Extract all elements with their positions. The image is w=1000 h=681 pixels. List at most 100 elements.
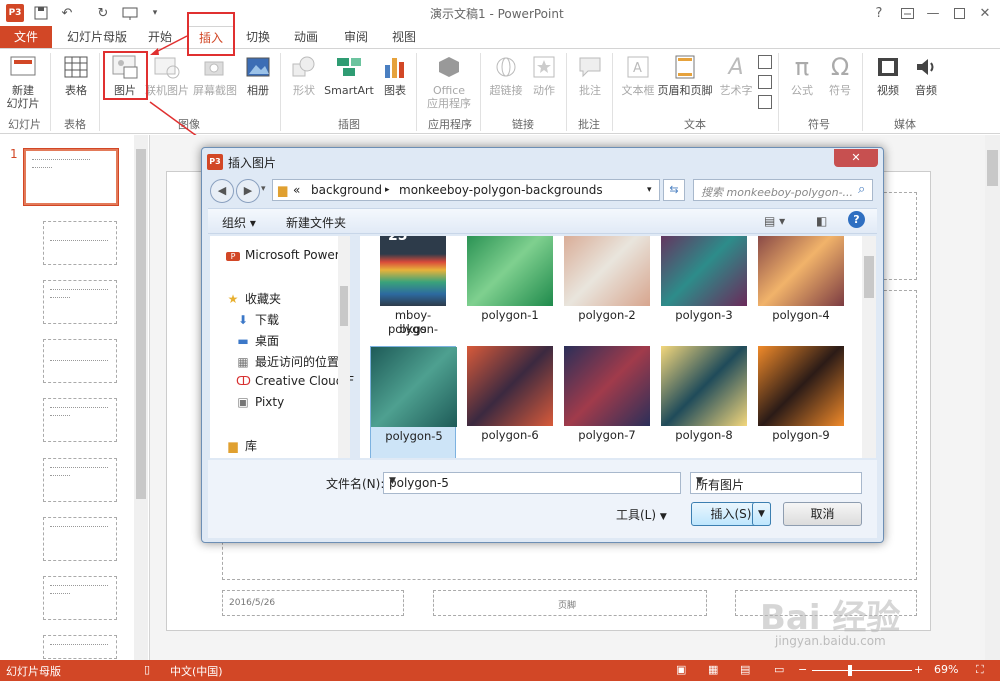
file-tile[interactable]: polygon-9 <box>758 346 844 458</box>
spell-check-icon[interactable]: ▯ <box>144 663 150 676</box>
cancel-button[interactable]: 取消 <box>783 502 862 526</box>
nav-label: 下载 <box>255 313 280 327</box>
file-name: polygon-1 <box>481 308 539 322</box>
file-grid-scroll-thumb[interactable] <box>864 256 874 298</box>
nav-label: 库 <box>245 439 258 453</box>
editor-scroll-thumb[interactable] <box>987 150 998 186</box>
dialog-title: 插入图片 <box>228 156 277 170</box>
zoom-in-button[interactable]: + <box>914 663 923 676</box>
file-tile[interactable]: polygon-6 <box>467 346 553 458</box>
file-tile[interactable]: polygon-3 <box>661 236 747 344</box>
file-tile[interactable]: 25 mboy-polygon-bkgs <box>370 236 456 344</box>
breadcrumb-background[interactable]: background <box>311 183 382 197</box>
chevron-down-icon: ▼ <box>659 512 667 522</box>
insert-options-button[interactable]: ▼ <box>752 502 771 526</box>
nav-item-powerpoint[interactable]: P Microsoft PowerPo <box>226 248 346 262</box>
chevron-down-icon: ▼ <box>696 476 703 486</box>
search-input[interactable]: 搜索 monkeeboy-polygon-... ⌕ <box>693 179 873 201</box>
recent-locations-icon[interactable]: ▾ <box>261 184 266 194</box>
creative-cloud-icon: ↀ <box>236 374 251 388</box>
nav-label: 最近访问的位置 <box>255 355 340 369</box>
file-thumbnail <box>758 346 844 426</box>
file-tile[interactable]: polygon-1 <box>467 236 553 344</box>
zoom-slider-track[interactable] <box>812 670 912 671</box>
search-icon: ⌕ <box>858 182 866 197</box>
thumbnail-layout[interactable] <box>43 635 117 659</box>
address-chevron: « <box>293 183 301 197</box>
view-mode-text: 幻灯片母版 <box>6 665 61 678</box>
zoom-out-button[interactable]: − <box>798 663 807 676</box>
zoom-slider-thumb[interactable] <box>848 665 852 676</box>
nav-label: 收藏夹 <box>245 292 282 306</box>
refresh-icon[interactable]: ⇆ <box>663 179 685 201</box>
footer-placeholder[interactable]: 页脚 <box>433 590 707 616</box>
file-name: polygon-9 <box>772 428 830 442</box>
file-tile[interactable]: polygon-5 <box>370 346 457 458</box>
nav-label: 桌面 <box>255 334 280 348</box>
new-folder-button[interactable]: 新建文件夹 <box>286 214 346 231</box>
nav-scrollbar[interactable] <box>338 236 350 458</box>
editor-scrollbar[interactable] <box>985 135 1000 660</box>
thumbnails-scroll-thumb[interactable] <box>136 149 146 499</box>
address-bar[interactable]: ▆ « background ▸ monkeeboy-polygon-backg… <box>272 179 660 201</box>
breadcrumb-folder[interactable]: monkeeboy-polygon-backgrounds <box>399 183 603 197</box>
file-grid: 25 mboy-polygon-bkgs polygon-1 polygon-2 pol… <box>360 236 862 458</box>
filename-label: 文件名(N): <box>326 477 385 491</box>
reading-view-icon[interactable]: ▤ <box>740 663 750 676</box>
slide-sorter-icon[interactable]: ▦ <box>708 663 718 676</box>
thumbnail-layout[interactable] <box>43 398 117 442</box>
dialog-close-button[interactable]: ✕ <box>834 149 878 167</box>
thumbnail-master[interactable] <box>23 148 119 206</box>
filename-input[interactable]: polygon-5 ▼ <box>383 472 681 494</box>
preview-pane-icon[interactable]: ◧ <box>816 214 827 228</box>
folder-icon: ▆ <box>278 183 288 197</box>
chevron-down-icon: ▼ <box>389 476 396 486</box>
file-tile[interactable]: polygon-2 <box>564 236 650 344</box>
search-placeholder: 搜索 monkeeboy-polygon-... <box>701 186 854 199</box>
tools-label: 工具(L) <box>616 508 657 522</box>
file-thumbnail <box>661 236 747 306</box>
file-tile[interactable]: polygon-8 <box>661 346 747 458</box>
zoom-level[interactable]: 69% <box>934 663 958 676</box>
powerpoint-dialog-icon: P3 <box>207 154 223 170</box>
dialog-footer: 文件名(N): polygon-5 ▼ 所有图片 ▼ 工具(L) ▼ 插入(S) ▼… <box>208 460 877 538</box>
help-icon[interactable]: ? <box>848 211 865 228</box>
date-text: 2016/5/26 <box>229 598 276 608</box>
file-name: polygon-7 <box>578 428 636 442</box>
thumbnail-layout[interactable] <box>43 339 117 383</box>
back-arrow-icon[interactable]: ◀ <box>210 179 234 203</box>
file-name-line2: bkgs <box>399 322 427 336</box>
forward-arrow-icon[interactable]: ▶ <box>236 179 260 203</box>
filetype-select[interactable]: 所有图片 ▼ <box>690 472 862 494</box>
thumbnail-layout[interactable] <box>43 221 117 265</box>
download-icon: ⬇ <box>237 313 249 327</box>
thumbnail-layout[interactable] <box>43 576 117 620</box>
normal-view-icon[interactable]: ▣ <box>676 663 686 676</box>
nav-label: Microsoft PowerPo <box>245 248 346 262</box>
fit-to-window-icon[interactable]: ⛶ <box>976 663 984 677</box>
dialog-toolbar: 组织 ▾ 新建文件夹 ▤ ▾ ◧ ? <box>208 208 877 234</box>
file-tile[interactable]: polygon-4 <box>758 236 844 344</box>
nav-item-library[interactable]: ▆ 库 <box>226 437 346 454</box>
slide-thumbnails-pane: 1 <box>0 135 150 660</box>
tools-button[interactable]: 工具(L) ▼ <box>616 506 667 523</box>
nav-item-favorites[interactable]: ★ 收藏夹 <box>226 290 346 307</box>
file-name: polygon-2 <box>578 308 636 322</box>
file-thumbnail <box>564 346 650 426</box>
date-placeholder[interactable]: 2016/5/26 <box>222 590 404 616</box>
file-thumbnail <box>467 346 553 426</box>
thumbnail-layout[interactable] <box>43 517 117 561</box>
address-dropdown-icon[interactable]: ▾ <box>647 185 652 195</box>
thumbnail-layout[interactable] <box>43 458 117 502</box>
file-tile[interactable]: polygon-7 <box>564 346 650 458</box>
nav-scroll-thumb[interactable] <box>340 286 348 326</box>
status-bar: 幻灯片母版 ▯ 中文(中国) ▣ ▦ ▤ ▭ − + 69% ⛶ <box>0 660 1000 681</box>
language-text[interactable]: 中文(中国) <box>170 663 223 679</box>
organize-button[interactable]: 组织 ▾ <box>222 214 256 231</box>
slideshow-icon[interactable]: ▭ <box>774 663 784 676</box>
file-name: polygon-3 <box>675 308 733 322</box>
navigation-pane: P Microsoft PowerPo ★ 收藏夹 ⬇ 下载 ▬ 桌面 ▦ 最近访问的位置… <box>210 236 354 458</box>
view-options-icon[interactable]: ▤ ▾ <box>764 214 785 228</box>
thumbnail-layout[interactable] <box>43 280 117 324</box>
current-slide-number: 1 <box>10 147 18 161</box>
